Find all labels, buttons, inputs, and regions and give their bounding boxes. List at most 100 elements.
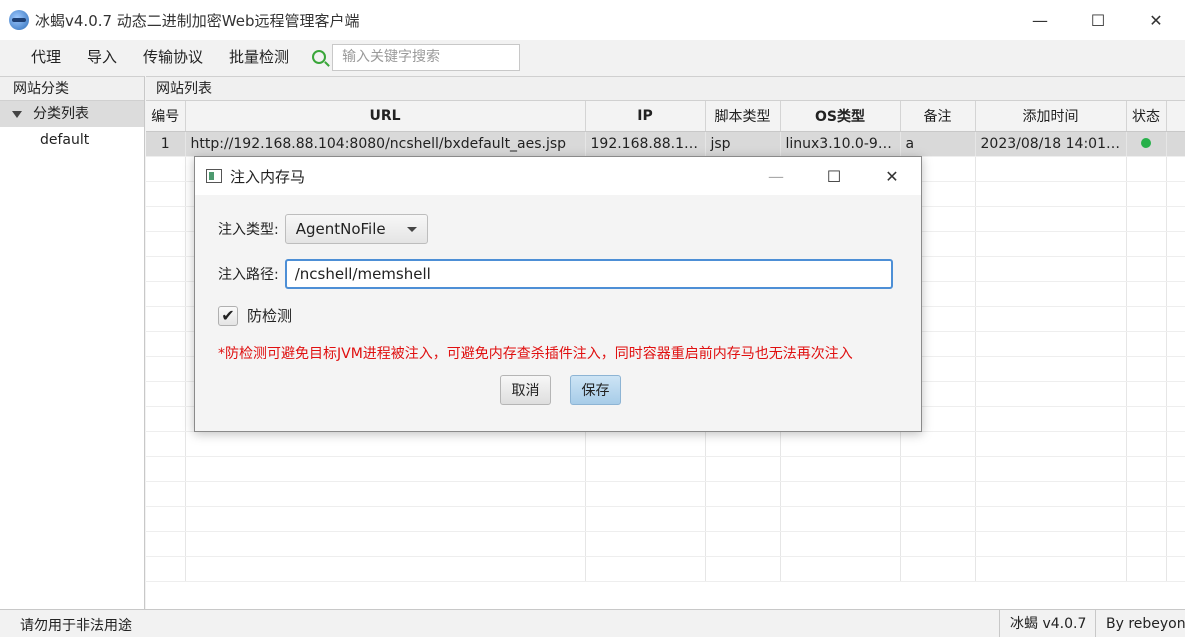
save-button[interactable]: 保存 <box>570 375 621 405</box>
empty-cell <box>900 431 976 457</box>
cell-filler <box>1166 131 1185 157</box>
tree-root-category-list[interactable]: 分类列表 <box>0 101 144 127</box>
inject-type-value: AgentNoFile <box>295 220 386 238</box>
empty-cell <box>1126 531 1167 557</box>
empty-cell <box>585 456 706 482</box>
empty-cell <box>146 356 186 382</box>
empty-cell <box>1126 431 1167 457</box>
empty-cell <box>975 381 1127 407</box>
empty-cell <box>780 481 901 507</box>
inject-type-select[interactable]: AgentNoFile <box>284 214 428 244</box>
window-controls: — ☐ ✕ <box>1011 0 1185 40</box>
empty-cell <box>185 531 586 557</box>
inject-path-input[interactable] <box>284 259 893 289</box>
empty-cell <box>780 456 901 482</box>
empty-cell <box>1166 381 1185 407</box>
inject-path-label: 注入路径: <box>218 267 279 283</box>
empty-cell <box>1126 256 1167 282</box>
menu-batch-check[interactable]: 批量检测 <box>216 40 302 74</box>
empty-cell <box>185 456 586 482</box>
empty-cell <box>975 431 1127 457</box>
empty-cell <box>146 306 186 332</box>
cancel-button[interactable]: 取消 <box>500 375 551 405</box>
table-header-row: 编号 URL IP 脚本类型 OS类型 备注 添加时间 状态 <box>146 101 1185 132</box>
dialog-title: 注入内存马 <box>230 167 306 186</box>
empty-cell <box>780 556 901 582</box>
column-header-status[interactable]: 状态 <box>1126 101 1167 132</box>
column-header-url[interactable]: URL <box>185 101 586 132</box>
empty-cell <box>1126 181 1167 207</box>
anti-detect-row: ✔ 防检测 <box>218 305 292 326</box>
empty-cell <box>975 281 1127 307</box>
empty-cell <box>146 281 186 307</box>
empty-cell <box>1126 506 1167 532</box>
column-header-filler <box>1166 101 1185 132</box>
column-header-added-time[interactable]: 添加时间 <box>975 101 1127 132</box>
minimize-button[interactable]: — <box>1011 0 1069 40</box>
empty-cell <box>975 331 1127 357</box>
table-row[interactable]: 1 http://192.168.88.104:8080/ncshell/bxd… <box>146 131 1185 157</box>
empty-cell <box>900 481 976 507</box>
empty-cell <box>146 156 186 182</box>
maximize-button[interactable]: ☐ <box>1069 0 1127 40</box>
empty-cell <box>975 156 1127 182</box>
chevron-down-icon <box>406 227 417 232</box>
dialog-minimize-button[interactable]: — <box>747 157 805 195</box>
empty-table-row <box>146 531 1185 557</box>
empty-cell <box>146 206 186 232</box>
empty-cell <box>705 506 781 532</box>
close-button[interactable]: ✕ <box>1127 0 1185 40</box>
tree-item-default[interactable]: default <box>0 127 144 153</box>
empty-cell <box>705 481 781 507</box>
cell-script-type: jsp <box>705 131 781 157</box>
cell-note: a <box>900 131 976 157</box>
empty-table-row <box>146 556 1185 582</box>
column-header-script-type[interactable]: 脚本类型 <box>705 101 781 132</box>
menu-transport-protocol[interactable]: 传输协议 <box>130 40 216 74</box>
menu-proxy[interactable]: 代理 <box>18 40 74 74</box>
status-online-icon <box>1141 137 1151 148</box>
cell-status <box>1126 131 1167 157</box>
empty-cell <box>1126 231 1167 257</box>
inject-path-row: 注入路径: <box>218 259 893 289</box>
empty-cell <box>780 531 901 557</box>
dialog-close-button[interactable]: ✕ <box>863 157 921 195</box>
empty-cell <box>1166 181 1185 207</box>
empty-cell <box>1166 456 1185 482</box>
app-logo-icon <box>9 10 29 30</box>
empty-cell <box>975 506 1127 532</box>
search-input[interactable] <box>332 43 521 71</box>
column-header-os-type[interactable]: OS类型 <box>780 101 901 132</box>
empty-cell <box>1166 531 1185 557</box>
status-bar: 请勿用于非法用途 冰蝎 v4.0.7 By rebeyond <box>0 609 1185 637</box>
empty-cell <box>975 206 1127 232</box>
tree-root-label: 分类列表 <box>33 106 89 122</box>
empty-cell <box>975 256 1127 282</box>
empty-cell <box>975 456 1127 482</box>
window-titlebar: 冰蝎v4.0.7 动态二进制加密Web远程管理客户端 — ☐ ✕ <box>0 0 1185 40</box>
empty-cell <box>146 506 186 532</box>
dialog-window-controls: — ☐ ✕ <box>747 157 921 195</box>
empty-cell <box>1166 256 1185 282</box>
empty-cell <box>975 406 1127 432</box>
dialog-maximize-button[interactable]: ☐ <box>805 157 863 195</box>
column-header-ip[interactable]: IP <box>585 101 706 132</box>
anti-detect-label[interactable]: 防检测 <box>247 305 292 326</box>
empty-cell <box>146 431 186 457</box>
empty-cell <box>975 231 1127 257</box>
empty-cell <box>146 231 186 257</box>
column-header-note[interactable]: 备注 <box>900 101 976 132</box>
anti-detect-checkbox[interactable]: ✔ <box>218 305 238 326</box>
empty-cell <box>1126 156 1167 182</box>
menu-import[interactable]: 导入 <box>74 40 130 74</box>
expand-arrow-icon[interactable] <box>12 110 22 118</box>
empty-cell <box>900 556 976 582</box>
cell-url: http://192.168.88.104:8080/ncshell/bxdef… <box>185 131 586 157</box>
empty-table-row <box>146 506 1185 532</box>
empty-cell <box>1126 406 1167 432</box>
empty-cell <box>1126 306 1167 332</box>
empty-cell <box>1166 431 1185 457</box>
column-header-id[interactable]: 编号 <box>146 101 186 132</box>
empty-cell <box>585 481 706 507</box>
empty-cell <box>585 531 706 557</box>
